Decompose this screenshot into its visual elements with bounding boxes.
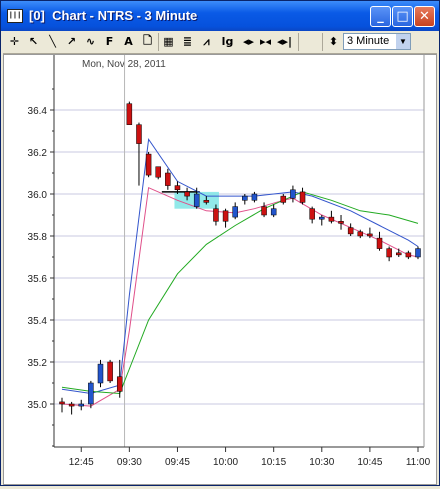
y-tick-label: 35.2 [28, 358, 48, 369]
scroll-in-icon[interactable]: ▸◂ [257, 33, 274, 50]
candle-body [78, 403, 84, 407]
x-tick-label: 10:00 [213, 457, 238, 468]
candle-body [242, 195, 248, 201]
candle-body [126, 103, 133, 125]
indicator-icon[interactable]: ⩘ [198, 33, 215, 50]
candle-body [193, 193, 200, 207]
candle-body [107, 361, 113, 382]
scroll-both-icon[interactable]: ◂▸ [240, 33, 257, 50]
candle-body [405, 252, 412, 258]
x-tick-label: 12:45 [69, 457, 94, 468]
app-icon-label: ||| [8, 12, 22, 20]
toolbar-separator [158, 33, 159, 51]
text-tool-icon[interactable]: A [120, 33, 137, 50]
interval-value: 3 Minute [347, 35, 390, 47]
minimize-icon: _ [377, 9, 384, 24]
document-icon[interactable]: 🗋 [139, 33, 156, 50]
interval-dropdown[interactable]: 3 Minute ▼ [343, 33, 411, 50]
y-tick-label: 35.6 [28, 274, 48, 285]
toolbar: ✛ ↖ ╲ ↗ ∿ F A 🗋 ▦ ≣ ⩘ lg ◂▸ ▸◂ ◂▸| ⬍ 3 Minute ▼ [3, 31, 437, 54]
candle-body [280, 195, 287, 203]
candle-body [415, 248, 421, 258]
interval-icon[interactable]: ⬍ [325, 33, 342, 50]
candle-body [347, 227, 354, 235]
x-tick-label: 10:45 [357, 457, 382, 468]
toolbar-separator [322, 33, 323, 51]
x-tick-label: 10:15 [261, 457, 286, 468]
pointer-icon[interactable]: ↖ [25, 33, 42, 50]
maximize-button[interactable]: □ [392, 6, 413, 27]
candle-body [59, 401, 65, 405]
candle-body [203, 200, 210, 203]
wave-tool-icon[interactable]: ∿ [82, 33, 99, 50]
candle-body [174, 185, 181, 191]
close-icon: ✕ [419, 9, 430, 24]
candle-body [367, 233, 373, 237]
minimize-button[interactable]: _ [370, 6, 391, 27]
maximize-icon: □ [396, 9, 409, 24]
y-tick-label: 36.4 [28, 106, 48, 117]
candle-body [290, 189, 296, 199]
fib-tool-icon[interactable]: ↗ [63, 33, 80, 50]
close-button[interactable]: ✕ [414, 6, 435, 27]
candle-body [68, 403, 75, 407]
y-tick-label: 35.0 [28, 400, 48, 411]
candle-body [319, 216, 325, 220]
candle-body [309, 208, 315, 220]
candle-body [155, 166, 161, 178]
toolbar-separator [298, 33, 299, 51]
x-tick-label: 09:45 [165, 457, 190, 468]
y-tick-label: 35.4 [28, 316, 48, 327]
y-tick-label: 35.8 [28, 232, 48, 243]
x-tick-label: 11:00 [406, 457, 431, 468]
price-chart[interactable]: Mon, Nov 28, 201135.035.235.435.635.836.… [4, 55, 436, 484]
candle-body [213, 208, 219, 222]
grid-icon[interactable]: ▦ [160, 33, 177, 50]
bars-icon[interactable]: ≣ [179, 33, 196, 50]
candle-body [136, 124, 142, 144]
line-tool-icon[interactable]: ╲ [44, 33, 61, 50]
candle-body [222, 210, 229, 222]
chart-area[interactable]: Mon, Nov 28, 2011 35.0 35.2 35.4 35.6 35.8 36.… [3, 54, 437, 485]
candle-body [338, 221, 344, 224]
candle-body [184, 191, 190, 197]
title-bar[interactable]: ||| [0] Chart - NTRS - 3 Minute _ □ ✕ [1, 1, 439, 31]
candle-body [251, 193, 258, 201]
candle-body [145, 153, 152, 176]
candle-body [328, 216, 335, 222]
candle-body [97, 363, 104, 384]
scroll-end-icon[interactable]: ◂▸| [276, 33, 293, 50]
candle-body [261, 206, 267, 216]
y-tick-label: 36.0 [28, 190, 48, 201]
window-title: [0] Chart - NTRS - 3 Minute [29, 8, 198, 23]
function-icon[interactable]: F [101, 33, 118, 50]
x-tick-label: 10:30 [309, 457, 334, 468]
log-scale-icon[interactable]: lg [219, 33, 236, 50]
candle-body [116, 376, 123, 392]
candle-body [299, 191, 306, 203]
crosshair-icon[interactable]: ✛ [6, 33, 23, 50]
candle-body [88, 382, 94, 405]
candle-body [232, 206, 238, 218]
candle-body [270, 208, 277, 216]
y-tick-label: 36.2 [28, 148, 48, 159]
candle-body [165, 172, 171, 186]
candle-body [396, 252, 402, 256]
chevron-down-icon[interactable]: ▼ [396, 34, 410, 49]
candle-body [357, 231, 364, 237]
chart-window: ||| [0] Chart - NTRS - 3 Minute _ □ ✕ ✛ ↖… [0, 0, 440, 486]
candle-body [386, 248, 392, 258]
candle-body [376, 237, 383, 249]
x-tick-label: 09:30 [117, 457, 142, 468]
app-icon: ||| [7, 9, 23, 23]
